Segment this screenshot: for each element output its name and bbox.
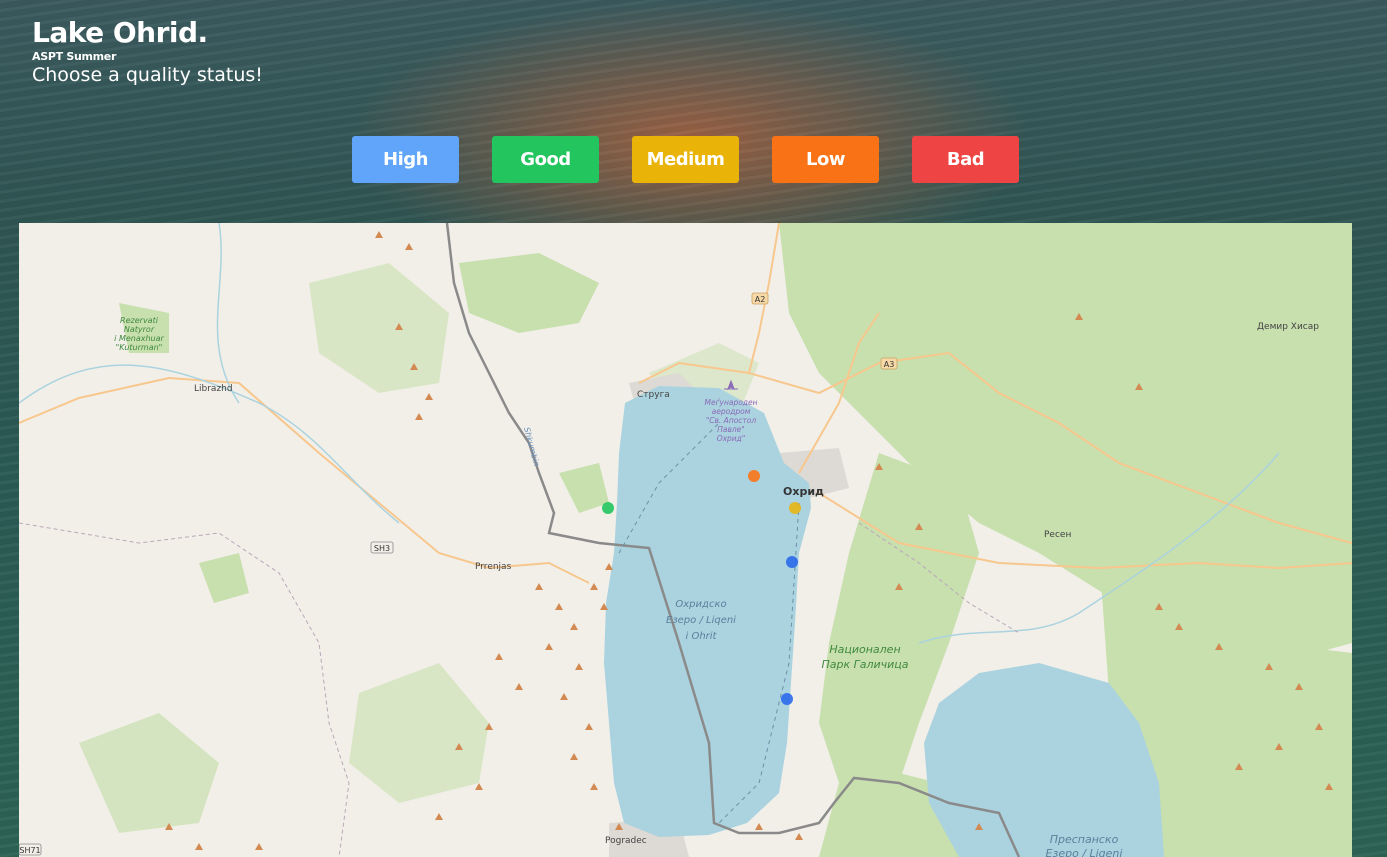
instruction-text: Choose a quality status! <box>32 64 263 86</box>
marker-high-1[interactable] <box>786 556 798 568</box>
map-label-librazhd: Librazhd <box>194 384 233 394</box>
map-label-rezervati-1: Rezervati <box>120 316 159 325</box>
map-label-resen: Ресен <box>1044 530 1071 540</box>
map-canvas[interactable]: Rezervati Natyror i Menaxhuar "Kuturman"… <box>19 223 1352 857</box>
quality-button-group: High Good Medium Low Bad <box>352 136 1019 183</box>
page-title: Lake Ohrid. <box>32 16 208 49</box>
low-quality-button[interactable]: Low <box>772 136 879 183</box>
map-view[interactable]: Rezervati Natyror i Menaxhuar "Kuturman"… <box>19 223 1352 857</box>
map-label-sh71: SH71 <box>19 846 40 855</box>
marker-good[interactable] <box>602 502 614 514</box>
map-label-prespa-1: Преспанско <box>1050 833 1119 846</box>
map-label-rezervati-2: Natyror <box>124 325 155 334</box>
marker-high-2[interactable] <box>781 693 793 705</box>
bad-quality-button[interactable]: Bad <box>912 136 1019 183</box>
lake-ohrid-water <box>604 386 811 837</box>
map-label-airport-1: Меѓународен <box>704 398 757 407</box>
map-label-national-park-1: Национален <box>829 643 900 656</box>
map-label-sh3: SH3 <box>374 544 390 553</box>
map-label-pogradec: Pogradec <box>605 836 647 846</box>
map-label-ohrid: Охрид <box>783 485 824 498</box>
map-label-a3: A3 <box>884 360 895 369</box>
map-label-a2: A2 <box>755 295 766 304</box>
map-label-national-park-2: Парк Галичица <box>821 658 908 671</box>
marker-low[interactable] <box>748 470 760 482</box>
map-label-airport-2: аеродром <box>712 407 751 416</box>
medium-quality-button[interactable]: Medium <box>632 136 739 183</box>
map-label-struga: Струга <box>637 390 670 400</box>
map-label-rezervati-3: i Menaxhuar <box>114 334 164 343</box>
high-quality-button[interactable]: High <box>352 136 459 183</box>
map-label-lake-ohrid-1: Охридско <box>675 599 726 610</box>
map-label-airport-4: Павле" <box>717 425 745 434</box>
good-quality-button[interactable]: Good <box>492 136 599 183</box>
page-header: Lake Ohrid. ASPT Summer Choose a quality… <box>32 16 263 88</box>
marker-medium[interactable] <box>789 502 801 514</box>
map-label-lake-ohrid-2: Езеро / Liqeni <box>666 615 736 626</box>
map-label-demir-hisar: Демир Хисар <box>1257 322 1319 332</box>
map-label-lake-ohrid-3: i Ohrit <box>686 631 718 642</box>
map-label-airport-5: Охрид" <box>717 434 746 443</box>
map-label-rezervati-4: "Kuturman" <box>116 343 163 352</box>
map-label-prrenjas: Prrenjas <box>475 562 512 572</box>
map-label-airport-3: "Св. Апостол <box>706 416 757 425</box>
map-label-prespa-2: Езеро / Ligeni <box>1046 847 1123 857</box>
